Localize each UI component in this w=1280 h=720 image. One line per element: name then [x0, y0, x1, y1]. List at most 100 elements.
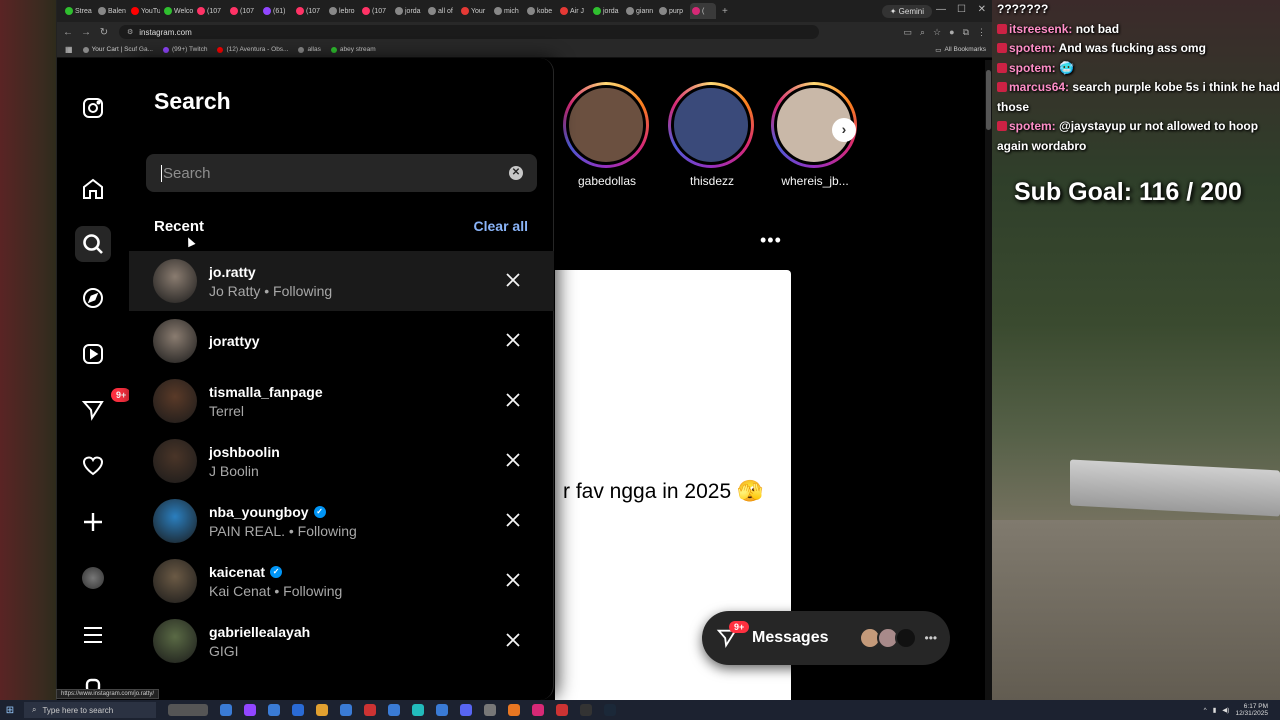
recent-search-item[interactable]: tismalla_fanpage Terrel [129, 371, 554, 431]
taskbar-app-icon[interactable] [412, 704, 424, 716]
story-item[interactable]: gabedollas [563, 82, 651, 188]
url-field[interactable]: ⚙ instagram.com [119, 25, 819, 39]
new-tab-icon[interactable]: + [722, 6, 728, 17]
instagram-logo-icon[interactable] [75, 90, 111, 126]
browser-tab[interactable]: mich [492, 3, 523, 19]
taskbar-app-icon[interactable] [364, 704, 376, 716]
remove-recent-icon[interactable] [504, 331, 522, 349]
browser-tab[interactable]: (107 [195, 3, 226, 19]
more-menu-icon[interactable] [75, 617, 111, 653]
bookmark-star-icon[interactable]: ☆ [933, 27, 941, 38]
profile-avatar[interactable] [75, 560, 111, 596]
home-icon[interactable] [75, 171, 111, 207]
create-plus-icon[interactable] [75, 504, 111, 540]
browser-tab[interactable]: Welco [162, 3, 193, 19]
zoom-icon[interactable]: ⌕ [920, 27, 925, 38]
search-icon[interactable] [75, 226, 111, 262]
reels-icon[interactable] [75, 336, 111, 372]
browser-tab[interactable]: Balen [96, 3, 127, 19]
taskbar-app-icon[interactable] [436, 704, 448, 716]
gemini-button[interactable]: ✦ Gemini [881, 4, 932, 18]
taskbar-app-icon[interactable] [508, 704, 520, 716]
messages-button[interactable]: 9+ Messages ••• [702, 611, 950, 665]
taskbar-app-icon[interactable] [556, 704, 568, 716]
windows-start-icon[interactable]: ⊞ [0, 705, 20, 716]
taskbar-app-icon[interactable] [460, 704, 472, 716]
taskbar-search[interactable]: ⌕ Type here to search [24, 702, 156, 718]
network-icon[interactable]: ▮ [1213, 706, 1217, 714]
taskbar-app-icon[interactable] [604, 704, 616, 716]
browser-tab[interactable]: kobe [525, 3, 556, 19]
browser-tab[interactable]: purp [657, 3, 688, 19]
taskbar-app-icon[interactable] [388, 704, 400, 716]
stories-next-icon[interactable]: › [832, 118, 856, 142]
browser-tab[interactable]: Strea [63, 3, 94, 19]
maximize-icon[interactable]: ☐ [957, 4, 966, 15]
close-window-icon[interactable]: ✕ [978, 4, 986, 15]
clear-search-icon[interactable]: ✕ [509, 166, 523, 180]
taskbar-app-icon[interactable] [340, 704, 352, 716]
cast-icon[interactable]: ▭ [903, 27, 912, 38]
profile-icon[interactable]: ● [949, 27, 954, 38]
browser-tab[interactable]: YouTu [129, 3, 160, 19]
volume-icon[interactable]: ◀) [1222, 706, 1229, 714]
page-scrollbar[interactable] [985, 60, 992, 700]
browser-tab[interactable]: Air J [558, 3, 589, 19]
bookmark-item[interactable]: abey stream [330, 46, 376, 53]
bookmark-item[interactable]: Your Cart | Scuf Ga... [82, 46, 153, 53]
recent-search-item[interactable]: kaicenat ✓ Kai Cenat • Following [129, 551, 554, 611]
browser-tab[interactable]: all of [426, 3, 457, 19]
recent-search-item[interactable]: joshboolin J Boolin [129, 431, 554, 491]
taskbar-app-icon[interactable] [532, 704, 544, 716]
post-options-icon[interactable]: ••• [760, 230, 782, 251]
search-input[interactable] [161, 164, 491, 182]
browser-tab[interactable]: ( [690, 3, 716, 19]
scroll-thumb[interactable] [986, 70, 991, 130]
remove-recent-icon[interactable] [504, 511, 522, 529]
all-bookmarks-button[interactable]: ▭ All Bookmarks [935, 46, 986, 54]
site-info-icon[interactable]: ⚙ [127, 28, 133, 36]
forward-icon[interactable]: → [79, 27, 93, 38]
taskbar-app-icon[interactable] [292, 704, 304, 716]
remove-recent-icon[interactable] [504, 271, 522, 289]
recent-search-item[interactable]: jo.ratty Jo Ratty • Following [129, 251, 554, 311]
taskbar-app-icon[interactable] [168, 704, 208, 716]
browser-tab[interactable]: (61) [261, 3, 292, 19]
bookmark-item[interactable]: (12) Aventura - Obs... [217, 46, 288, 53]
story-item[interactable]: thisdezz [668, 82, 756, 188]
tray-chevron-icon[interactable]: ^ [1204, 707, 1207, 714]
clear-all-button[interactable]: Clear all [474, 218, 528, 234]
taskbar-app-icon[interactable] [268, 704, 280, 716]
bookmark-item[interactable]: (99+) Twitch [162, 46, 207, 53]
minimize-icon[interactable]: — [936, 4, 946, 15]
explore-icon[interactable] [75, 280, 111, 316]
browser-tab[interactable]: giann [624, 3, 655, 19]
recent-search-item[interactable]: jorattyy [129, 311, 554, 371]
apps-icon[interactable]: ▦ [65, 45, 73, 54]
browser-tab[interactable]: lebro [327, 3, 358, 19]
remove-recent-icon[interactable] [504, 571, 522, 589]
notifications-heart-icon[interactable] [75, 448, 111, 484]
browser-tab[interactable]: jorda [393, 3, 424, 19]
browser-tab[interactable]: (107 [228, 3, 259, 19]
bookmark-item[interactable]: allas [298, 46, 321, 53]
browser-tab[interactable]: jorda [591, 3, 622, 19]
taskbar-app-icon[interactable] [220, 704, 232, 716]
taskbar-app-icon[interactable] [484, 704, 496, 716]
taskbar-app-icon[interactable] [316, 704, 328, 716]
taskbar-app-icon[interactable] [580, 704, 592, 716]
recent-search-item[interactable]: nba_youngboy ✓ PAIN REAL. • Following [129, 491, 554, 551]
extensions-icon[interactable]: ⧉ [963, 27, 969, 38]
taskbar-app-icon[interactable] [244, 704, 256, 716]
browser-tab[interactable]: Your [459, 3, 490, 19]
browser-tab[interactable]: (107 [294, 3, 325, 19]
menu-icon[interactable]: ⋮ [977, 27, 986, 38]
reload-icon[interactable]: ↻ [97, 27, 111, 38]
messenger-icon[interactable]: 9+ [75, 388, 132, 428]
recent-search-item[interactable]: gabriellealayah GIGI [129, 611, 554, 671]
clock[interactable]: 6:17 PM 12/31/2025 [1235, 703, 1268, 717]
remove-recent-icon[interactable] [504, 391, 522, 409]
back-icon[interactable]: ← [61, 27, 75, 38]
browser-tab[interactable]: (107 [360, 3, 391, 19]
remove-recent-icon[interactable] [504, 631, 522, 649]
